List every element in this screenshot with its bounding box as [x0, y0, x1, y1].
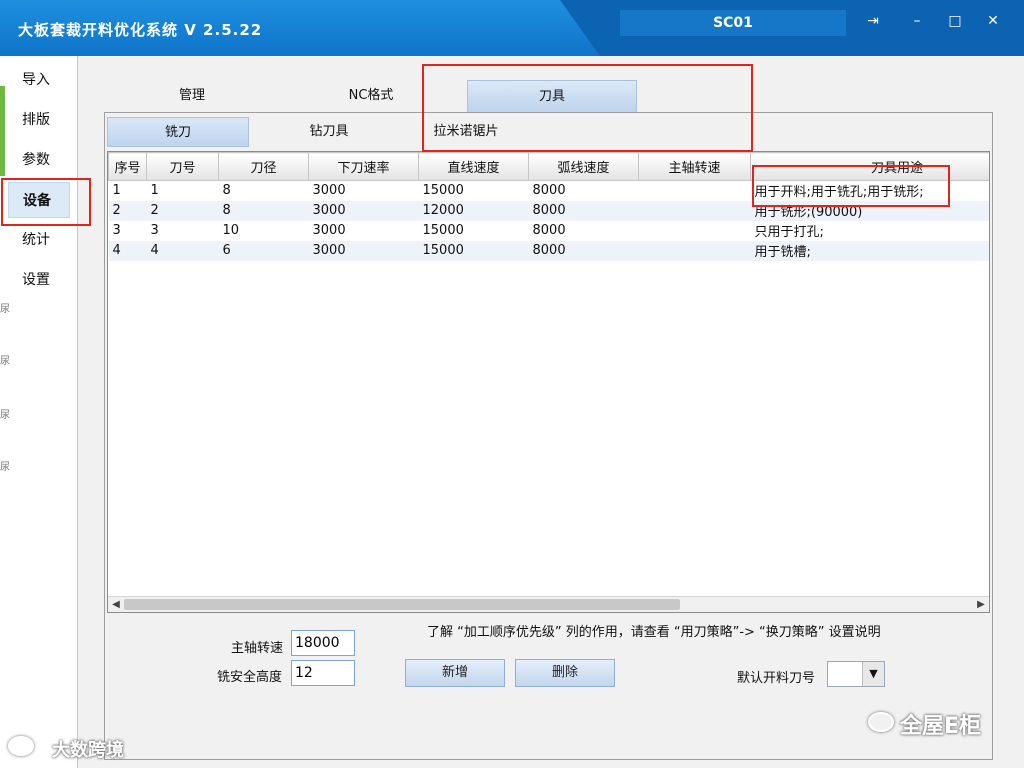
col-header-diameter[interactable]: 刀径 [218, 152, 309, 181]
cell-arc-speed: 8000 [532, 183, 566, 199]
cell-spindle-speed [639, 221, 751, 241]
horizontal-scrollbar[interactable]: ◀ ▶ [108, 596, 989, 612]
sidebar-item-import[interactable]: 导入 [8, 62, 70, 98]
help-note: 了解 “加工顺序优先级” 列的作用，请查看 “用刀策略”-> “换刀策略” 设置… [427, 625, 881, 640]
add-button[interactable]: 新增 [405, 659, 505, 687]
exit-icon[interactable]: ⇥ [856, 8, 890, 34]
cell-line-speed: 15000 [422, 223, 464, 238]
tab-nc-format[interactable]: NC格式 [340, 80, 402, 112]
cell-plunge-rate: 3000 [312, 183, 346, 199]
cell-index: 4 [108, 240, 147, 261]
cell-plunge-rate: 3000 [312, 223, 346, 238]
cell-tool-number: 3 [150, 223, 159, 238]
cell-spindle-speed [638, 200, 751, 221]
cell-diameter: 8 [222, 183, 231, 199]
sidebar-item-settings[interactable]: 设置 [8, 262, 70, 298]
cell-index: 2 [108, 200, 147, 221]
table-row[interactable]: 2 2 8 3000 12000 8000 用于铣形;(90000) [108, 200, 989, 221]
col-header-line-speed[interactable]: 直线速度 [418, 152, 529, 181]
cell-arc-speed: 8000 [532, 223, 566, 238]
col-header-plunge-rate[interactable]: 下刀速率 [308, 152, 419, 181]
cell-line-speed: 15000 [422, 183, 464, 199]
table-row[interactable]: 3 3 10 3000 15000 8000 只用于打孔; [109, 221, 990, 241]
col-header-spindle-speed[interactable]: 主轴转速 [638, 152, 751, 181]
cell-tool-number: 4 [146, 240, 219, 261]
edge-mark: 尿 [0, 356, 10, 367]
edge-mark: 尿 [0, 410, 10, 421]
cell-index: 1 [112, 183, 121, 199]
cell-diameter: 8 [218, 200, 309, 221]
cell-line-speed: 15000 [418, 240, 529, 261]
watermark-left: 大数跨境 [52, 740, 124, 761]
sidebar-item-params[interactable]: 参数 [8, 142, 70, 178]
title-bar: 大板套裁开料优化系统 V 2.5.22 SC01 ⇥ – □ ✕ [0, 0, 1024, 56]
table-row[interactable]: 4 4 6 3000 15000 8000 用于铣槽; [108, 240, 989, 261]
watermark-left-icon [8, 736, 34, 756]
cell-diameter: 6 [218, 240, 309, 261]
sidebar-strip [0, 86, 5, 176]
scroll-right-icon[interactable]: ▶ [973, 597, 989, 612]
sidebar-item-stats[interactable]: 统计 [8, 222, 70, 258]
tools-panel: 铣刀 钻刀具 拉米诺锯片 序号 刀号 刀径 下刀速率 直线速度 弧线速度 主轴转… [104, 112, 993, 760]
chevron-down-icon[interactable]: ▼ [862, 662, 884, 686]
cell-usage: 用于开料;用于铣孔;用于铣形; [754, 185, 924, 201]
tab-milling-cutter[interactable]: 铣刀 [107, 117, 249, 147]
scrollbar-thumb[interactable] [124, 599, 680, 610]
sidebar: 导入 排版 参数 设备 统计 设置 尿 尿 尿 尿 [0, 56, 78, 768]
col-header-index[interactable]: 序号 [108, 152, 147, 181]
account-label: SC01 [620, 10, 846, 36]
default-tool-label: 默认开料刀号 [737, 671, 816, 686]
spindle-speed-field[interactable] [291, 630, 355, 656]
tab-management[interactable]: 管理 [170, 80, 214, 112]
tool-table[interactable]: 序号 刀号 刀径 下刀速率 直线速度 弧线速度 主轴转速 刀具用途 1 1 8 [107, 151, 990, 613]
cell-usage: 用于铣形;(90000) [750, 200, 989, 221]
watermark-right: 全屋E柜 [900, 714, 982, 739]
cell-diameter: 10 [222, 223, 240, 238]
delete-button[interactable]: 删除 [515, 659, 615, 687]
cell-tool-number: 1 [150, 183, 159, 199]
cell-usage: 用于铣槽; [750, 240, 989, 261]
app-title: 大板套裁开料优化系统 V 2.5.22 [18, 21, 263, 39]
col-header-usage[interactable]: 刀具用途 [750, 152, 989, 181]
cell-arc-speed: 8000 [528, 200, 639, 221]
safe-height-label: 铣安全高度 [217, 670, 283, 685]
cell-spindle-speed [639, 181, 751, 201]
spindle-speed-label: 主轴转速 [231, 641, 284, 656]
tab-drill-tool[interactable]: 钻刀具 [275, 117, 383, 147]
minimize-button[interactable]: – [900, 8, 934, 34]
table-row[interactable]: 1 1 8 3000 15000 8000 用于开料;用于铣孔;用于铣形; [109, 181, 990, 201]
cell-arc-speed: 8000 [528, 240, 639, 261]
cell-index: 3 [112, 223, 121, 238]
col-header-tool-number[interactable]: 刀号 [146, 152, 219, 181]
sidebar-item-equipment[interactable]: 设备 [8, 182, 70, 218]
cell-line-speed: 12000 [418, 200, 529, 221]
main-area: 管理 NC格式 刀具 铣刀 钻刀具 拉米诺锯片 序号 刀号 刀径 下刀速率 直线… [78, 56, 1024, 768]
table-header: 序号 刀号 刀径 下刀速率 直线速度 弧线速度 主轴转速 刀具用途 [108, 152, 989, 181]
watermark-right-icon [868, 712, 894, 732]
cell-plunge-rate: 3000 [308, 200, 419, 221]
close-button[interactable]: ✕ [976, 8, 1010, 34]
safe-height-field[interactable] [291, 660, 355, 686]
default-tool-select[interactable]: ▼ [827, 661, 885, 687]
maximize-button[interactable]: □ [938, 8, 972, 34]
cell-tool-number: 2 [146, 200, 219, 221]
tab-tools[interactable]: 刀具 [467, 80, 637, 112]
sidebar-item-layout[interactable]: 排版 [8, 102, 70, 138]
scroll-left-icon[interactable]: ◀ [108, 597, 124, 612]
cell-usage: 只用于打孔; [754, 225, 824, 240]
cell-spindle-speed [638, 240, 751, 261]
col-header-arc-speed[interactable]: 弧线速度 [528, 152, 639, 181]
edge-mark: 尿 [0, 462, 10, 473]
edge-mark: 尿 [0, 304, 10, 315]
tab-lamino-saw[interactable]: 拉米诺锯片 [411, 117, 521, 147]
cell-plunge-rate: 3000 [308, 240, 419, 261]
